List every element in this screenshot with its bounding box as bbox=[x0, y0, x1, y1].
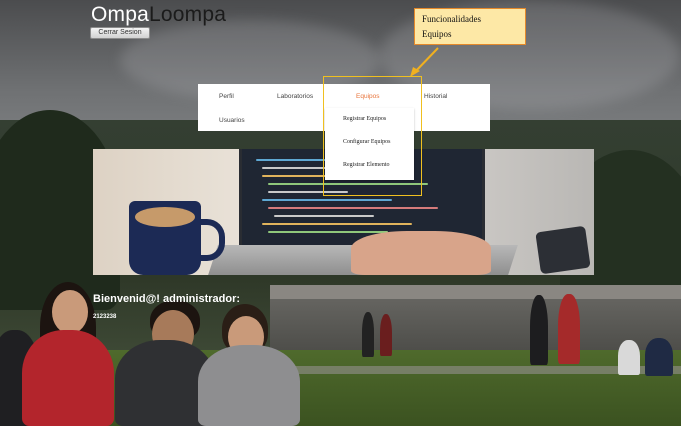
nav-item-usuarios[interactable]: Usuarios bbox=[219, 117, 245, 124]
nav-item-laboratorios[interactable]: Laboratorios bbox=[277, 93, 313, 100]
student-face bbox=[52, 290, 88, 334]
coffee-mug bbox=[129, 201, 201, 275]
person bbox=[618, 340, 640, 375]
typing-hands bbox=[351, 231, 491, 275]
user-code: 2123238 bbox=[93, 314, 117, 320]
menu-item-registrar-elemento[interactable]: Registrar Elemento bbox=[343, 162, 390, 168]
annotation-callout: Funcionalidades Equipos bbox=[414, 8, 526, 45]
callout-line-2: Equipos bbox=[422, 29, 452, 39]
nav-item-perfil[interactable]: Perfil bbox=[219, 93, 234, 100]
brand-name-first: Ompa bbox=[91, 3, 149, 26]
menu-item-configurar-equipos[interactable]: Configurar Equipos bbox=[343, 139, 391, 145]
equipos-dropdown-menu: Registrar Equipos Configurar Equipos Reg… bbox=[325, 108, 414, 180]
campus-building bbox=[270, 285, 681, 355]
person bbox=[645, 338, 673, 376]
person bbox=[362, 312, 374, 357]
nav-item-equipos[interactable]: Equipos bbox=[356, 93, 380, 100]
brand-logo: OmpaLoompa bbox=[91, 3, 226, 27]
callout-line-1: Funcionalidades bbox=[422, 14, 481, 24]
menu-item-registrar-equipos[interactable]: Registrar Equipos bbox=[343, 116, 386, 122]
phone bbox=[535, 225, 591, 275]
brand-name-second: Loompa bbox=[149, 3, 227, 26]
person bbox=[558, 294, 580, 364]
person bbox=[530, 295, 548, 365]
welcome-message: Bienvenid@! administrador: bbox=[93, 293, 241, 305]
person bbox=[380, 314, 392, 356]
student bbox=[22, 330, 114, 426]
logout-button[interactable]: Cerrar Sesion bbox=[90, 27, 150, 39]
nav-item-historial[interactable]: Historial bbox=[424, 93, 447, 100]
student bbox=[198, 345, 300, 426]
